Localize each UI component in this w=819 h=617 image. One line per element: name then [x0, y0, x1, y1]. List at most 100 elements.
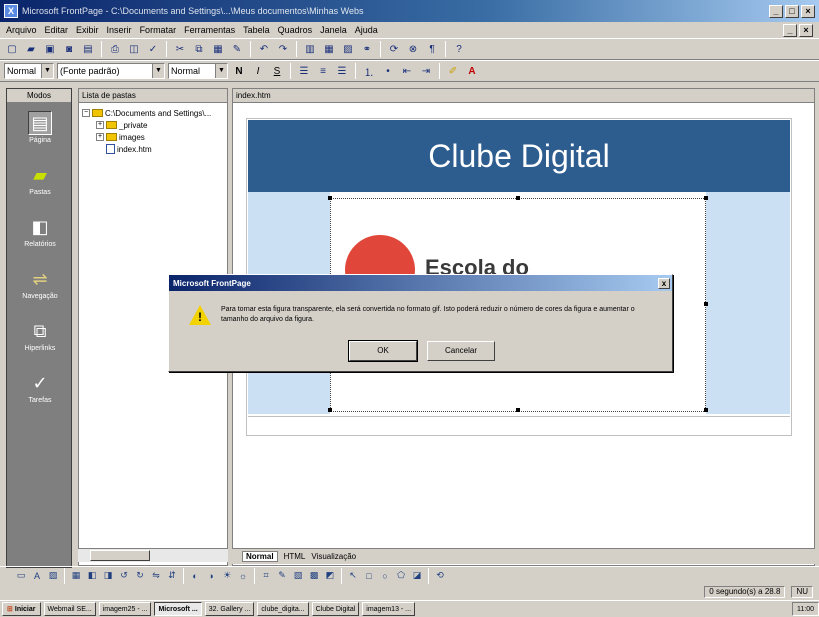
chevron-down-icon[interactable]: ▼ [152, 64, 164, 78]
insert-table-icon[interactable]: ▦ [321, 41, 337, 57]
bold-button[interactable]: N [231, 63, 247, 79]
flip-horizontal-icon[interactable]: ⇋ [149, 569, 163, 583]
resize-handle[interactable] [704, 302, 708, 306]
right-column[interactable] [706, 192, 790, 414]
mode-folders[interactable]: ▰ Pastas [7, 163, 73, 197]
menu-tabela[interactable]: Tabela [243, 25, 270, 35]
taskbar-item[interactable]: 32. Gallery ... [204, 602, 255, 616]
text-icon[interactable]: A [30, 569, 44, 583]
select-icon[interactable]: ↖ [346, 569, 360, 583]
thumbnail-icon[interactable]: ▦ [69, 569, 83, 583]
menu-exibir[interactable]: Exibir [76, 25, 99, 35]
folder-list-scrollbar[interactable] [78, 548, 228, 562]
tab-preview[interactable]: Visualização [311, 552, 356, 561]
collapse-icon[interactable]: − [82, 109, 90, 117]
show-all-icon[interactable]: ¶ [424, 41, 440, 57]
publish-icon[interactable]: ◙ [61, 41, 77, 57]
flip-vertical-icon[interactable]: ⇵ [165, 569, 179, 583]
print-icon[interactable]: ⎙ [107, 41, 123, 57]
close-button[interactable]: × [801, 4, 815, 18]
dialog-close-button[interactable]: x [658, 277, 670, 289]
mode-hyperlinks[interactable]: ⧉ Hiperlinks [7, 319, 73, 353]
restore-icon[interactable]: ⟲ [433, 569, 447, 583]
minimize-button[interactable]: _ [769, 4, 783, 18]
align-right-icon[interactable]: ☰ [334, 63, 350, 79]
bullets-icon[interactable]: • [380, 63, 396, 79]
taskbar-item[interactable]: Clube Digital [311, 602, 360, 616]
font-select[interactable]: (Fonte padrão) ▼ [57, 63, 165, 79]
resize-handle[interactable] [516, 408, 520, 412]
ok-button[interactable]: OK [348, 340, 418, 362]
menu-quadros[interactable]: Quadros [278, 25, 313, 35]
page-banner[interactable]: Clube Digital [248, 120, 790, 192]
start-button[interactable]: ⊞ Iniciar [2, 602, 41, 616]
hyperlink-icon[interactable]: ⚭ [359, 41, 375, 57]
mode-navigation[interactable]: ⇌ Navegação [7, 267, 73, 301]
undo-icon[interactable]: ↶ [256, 41, 272, 57]
menu-formatar[interactable]: Formatar [140, 25, 177, 35]
copy-icon[interactable]: ⧉ [191, 41, 207, 57]
mode-tasks[interactable]: ✓ Tarefas [7, 371, 73, 405]
mode-page[interactable]: ▤ Página [7, 111, 73, 144]
scrollbar-thumb[interactable] [90, 550, 150, 561]
insert-component-icon[interactable]: ▥ [302, 41, 318, 57]
folder-list-icon[interactable]: ▤ [80, 41, 96, 57]
more-contrast-icon[interactable]: ◐ [188, 569, 202, 583]
new-page-icon[interactable]: ▢ [4, 41, 20, 57]
insert-picture-icon[interactable]: ▨ [340, 41, 356, 57]
tree-root[interactable]: − C:\Documents and Settings\... [82, 107, 224, 119]
resize-handle[interactable] [704, 408, 708, 412]
menu-editar[interactable]: Editar [45, 25, 69, 35]
taskbar-item[interactable]: Webmail SE... [43, 602, 96, 616]
taskbar-item-active[interactable]: Microsoft ... [154, 602, 202, 616]
menu-ferramentas[interactable]: Ferramentas [184, 25, 235, 35]
font-color-button[interactable]: A [464, 63, 480, 79]
bevel-icon[interactable]: ▩ [307, 569, 321, 583]
cancel-button[interactable]: Cancelar [427, 341, 495, 361]
preview-icon[interactable]: ◫ [126, 41, 142, 57]
more-brightness-icon[interactable]: ☀ [220, 569, 234, 583]
position-absolute-icon[interactable]: ◧ [85, 569, 99, 583]
open-icon[interactable]: ▰ [23, 41, 39, 57]
crop-icon[interactable]: ⌗ [259, 569, 273, 583]
save-icon[interactable]: ▣ [42, 41, 58, 57]
mode-reports[interactable]: ◧ Relatórios [7, 215, 73, 249]
highlight-icon[interactable]: ✐ [445, 63, 461, 79]
polygon-hotspot-icon[interactable]: ⬠ [394, 569, 408, 583]
font-size-select[interactable]: Normal ▼ [168, 63, 228, 79]
taskbar-item[interactable]: imagem13 - ... [362, 602, 416, 616]
numbering-icon[interactable]: ⒈ [361, 63, 377, 79]
tab-normal[interactable]: Normal [242, 551, 278, 562]
text-box-icon[interactable]: ▭ [14, 569, 28, 583]
help-icon[interactable]: ? [451, 41, 467, 57]
frontpage-app-icon[interactable]: X [4, 4, 18, 18]
rotate-right-icon[interactable]: ↻ [133, 569, 147, 583]
chevron-down-icon[interactable]: ▼ [41, 64, 53, 78]
expand-icon[interactable]: + [96, 121, 104, 129]
bring-forward-icon[interactable]: ◨ [101, 569, 115, 583]
paste-icon[interactable]: ▦ [210, 41, 226, 57]
resize-handle[interactable] [704, 196, 708, 200]
refresh-icon[interactable]: ⟳ [386, 41, 402, 57]
tree-item-private[interactable]: + _private [82, 119, 224, 131]
clock[interactable]: 11:00 [797, 606, 814, 613]
doc-minimize-button[interactable]: _ [783, 23, 797, 37]
resize-handle[interactable] [516, 196, 520, 200]
align-left-icon[interactable]: ☰ [296, 63, 312, 79]
increase-indent-icon[interactable]: ⇥ [418, 63, 434, 79]
less-contrast-icon[interactable]: ◑ [204, 569, 218, 583]
picture-icon[interactable]: ▨ [46, 569, 60, 583]
taskbar-item[interactable]: clube_digita... [257, 602, 309, 616]
stop-icon[interactable]: ⊗ [405, 41, 421, 57]
decrease-indent-icon[interactable]: ⇤ [399, 63, 415, 79]
circle-hotspot-icon[interactable]: ○ [378, 569, 392, 583]
style-select[interactable]: Normal ▼ [4, 63, 54, 79]
rectangle-hotspot-icon[interactable]: □ [362, 569, 376, 583]
tree-item-images[interactable]: + images [82, 131, 224, 143]
less-brightness-icon[interactable]: ☼ [236, 569, 250, 583]
menu-janela[interactable]: Janela [320, 25, 347, 35]
maximize-button[interactable]: □ [785, 4, 799, 18]
set-transparent-icon[interactable]: ✎ [275, 569, 289, 583]
rotate-left-icon[interactable]: ↺ [117, 569, 131, 583]
resize-handle[interactable] [328, 408, 332, 412]
